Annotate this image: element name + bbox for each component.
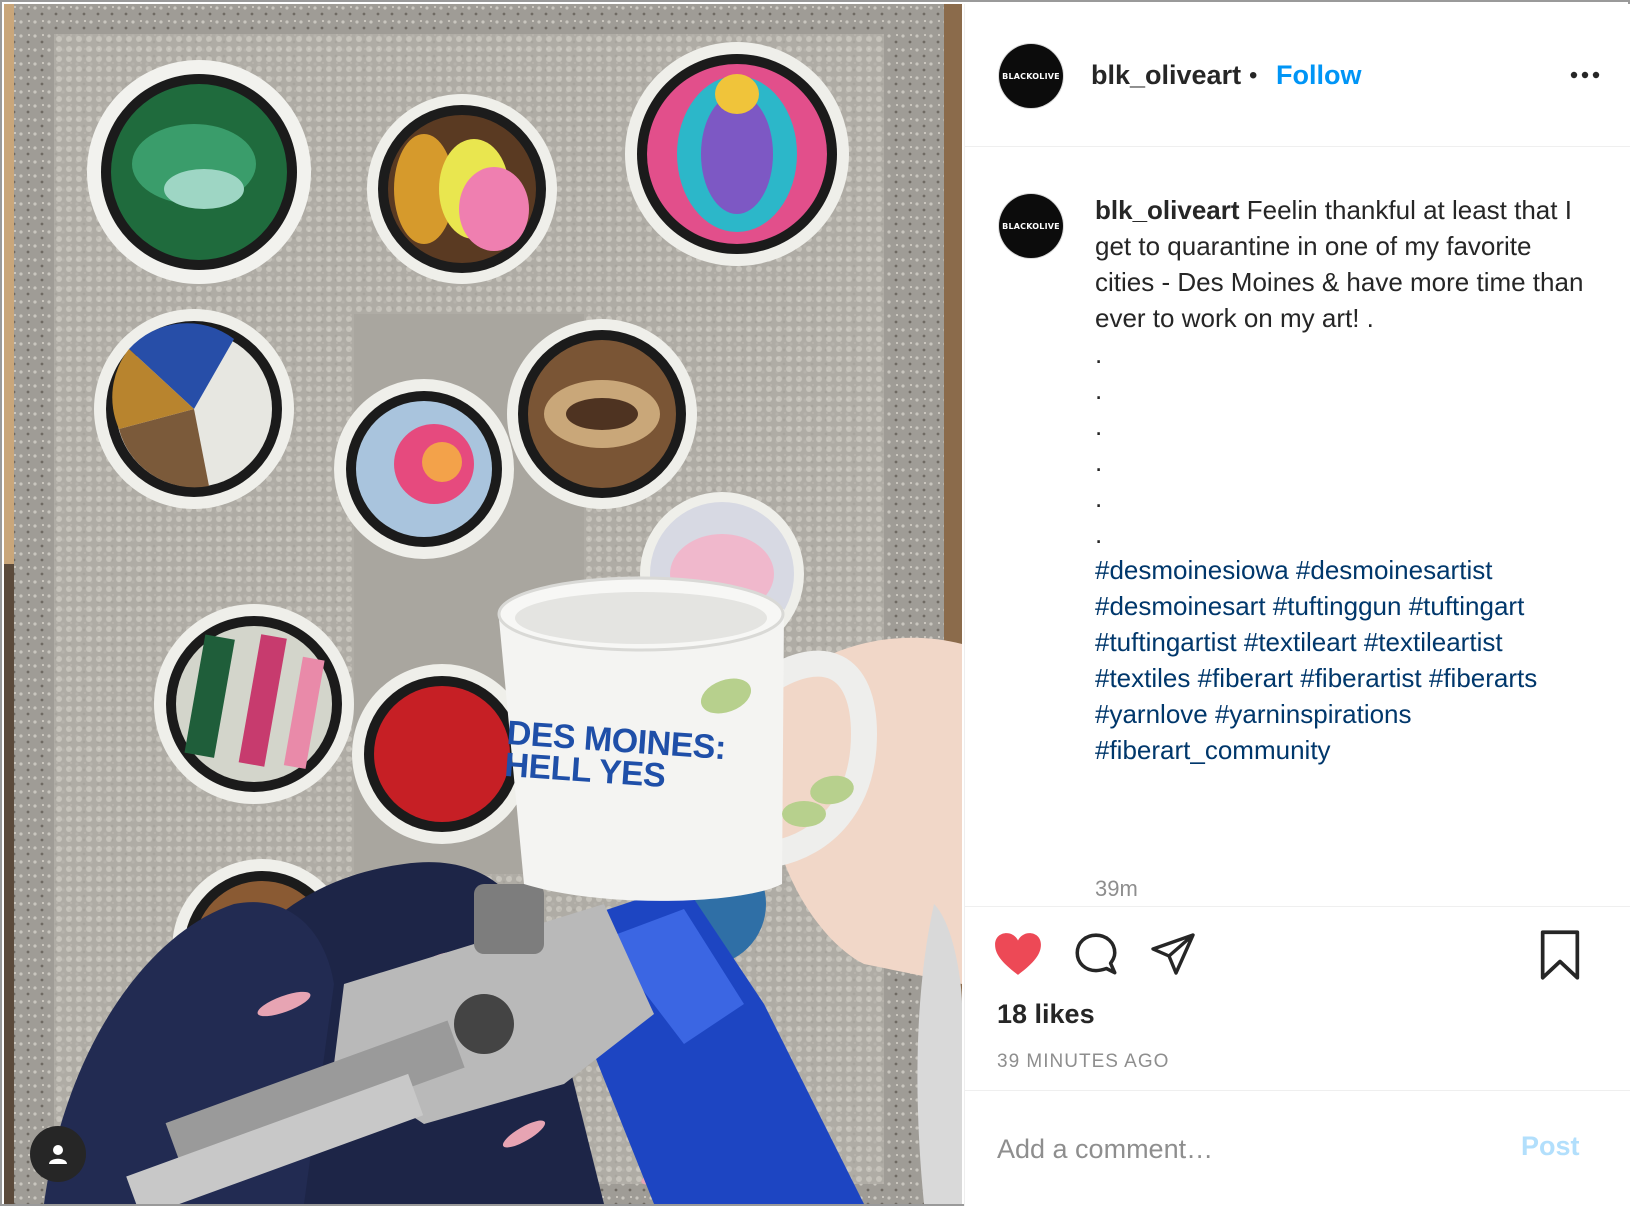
more-options-button[interactable] [1565, 60, 1605, 90]
caption-dot: . [1095, 519, 1103, 549]
comment-bar: Post [965, 1090, 1630, 1207]
hashtag-link[interactable]: #desmoinesiowa [1095, 555, 1289, 585]
hashtag-link[interactable]: #textileartist [1364, 627, 1503, 657]
tagged-users-button[interactable] [30, 1126, 86, 1182]
share-button[interactable] [1149, 931, 1197, 984]
separator-dot: • [1249, 62, 1258, 89]
comment-button[interactable] [1071, 931, 1121, 986]
caption-username[interactable]: blk_oliveart [1095, 195, 1240, 225]
save-button[interactable] [1537, 929, 1583, 986]
post-time[interactable]: 39m [1095, 876, 1138, 902]
comment-icon [1075, 933, 1117, 975]
post-actions: 18 likes 39 MINUTES AGO [965, 906, 1630, 1091]
caption-dot: . [1095, 375, 1103, 405]
caption-hashtags: #desmoinesiowa #desmoinesartist #desmoin… [1095, 552, 1585, 768]
hashtag-link[interactable]: #tuftinggun [1273, 591, 1402, 621]
like-button[interactable] [993, 931, 1043, 982]
caption-dot: . [1095, 447, 1103, 477]
post-age: 39 MINUTES AGO [997, 1051, 1170, 1072]
post-sidebar: BLACKOLIVE blk_oliveart • Follow BLACKOL… [964, 4, 1630, 1206]
hashtag-link[interactable]: #textileart [1244, 627, 1357, 657]
hashtag-link[interactable]: #tuftingart [1409, 591, 1525, 621]
comment-input[interactable] [997, 1125, 1497, 1173]
hashtag-link[interactable]: #yarnlove [1095, 699, 1208, 729]
hashtag-link[interactable]: #fiberart [1198, 663, 1293, 693]
caption-author-avatar[interactable]: BLACKOLIVE [999, 194, 1063, 258]
avatar-logo-text: BLACKOLIVE [1002, 221, 1060, 231]
post-comment-button[interactable]: Post [1521, 1131, 1580, 1162]
hashtag-link[interactable]: #tuftingartist [1095, 627, 1237, 657]
post-photo: DES MOINES: HELL YES [4, 4, 962, 1204]
rug-photo-illustration [4, 4, 962, 1204]
hashtag-link[interactable]: #fiberartist [1300, 663, 1421, 693]
post-window: DES MOINES: HELL YES BLACKOLIVE blk_oliv… [0, 0, 1630, 1206]
caption-dot: . [1095, 339, 1103, 369]
bookmark-icon [1540, 930, 1580, 980]
caption-dot: . [1095, 411, 1103, 441]
caption-dot: . [1095, 483, 1103, 513]
follow-button[interactable]: Follow [1276, 60, 1361, 91]
hashtag-link[interactable]: #desmoinesart [1095, 591, 1266, 621]
more-horizontal-icon [1570, 71, 1600, 79]
hashtag-link[interactable]: #desmoinesartist [1296, 555, 1493, 585]
hashtag-link[interactable]: #fiberart_community [1095, 735, 1331, 765]
hashtag-link[interactable]: #fiberarts [1429, 663, 1537, 693]
caption-dots: ...... [1095, 336, 1585, 552]
avatar-logo-text: BLACKOLIVE [1002, 71, 1060, 81]
heart-filled-icon [995, 933, 1041, 975]
like-count[interactable]: 18 likes [997, 999, 1095, 1030]
user-icon [49, 1145, 67, 1164]
share-icon [1151, 933, 1195, 975]
author-username[interactable]: blk_oliveart [1091, 60, 1241, 91]
author-avatar[interactable]: BLACKOLIVE [999, 44, 1063, 108]
mug-print: DES MOINES: HELL YES [503, 714, 727, 796]
post-caption: blk_oliveart Feelin thankful at least th… [1095, 192, 1585, 768]
hashtag-link[interactable]: #yarninspirations [1215, 699, 1412, 729]
post-header: BLACKOLIVE blk_oliveart • Follow [965, 4, 1630, 147]
hashtag-link[interactable]: #textiles [1095, 663, 1190, 693]
